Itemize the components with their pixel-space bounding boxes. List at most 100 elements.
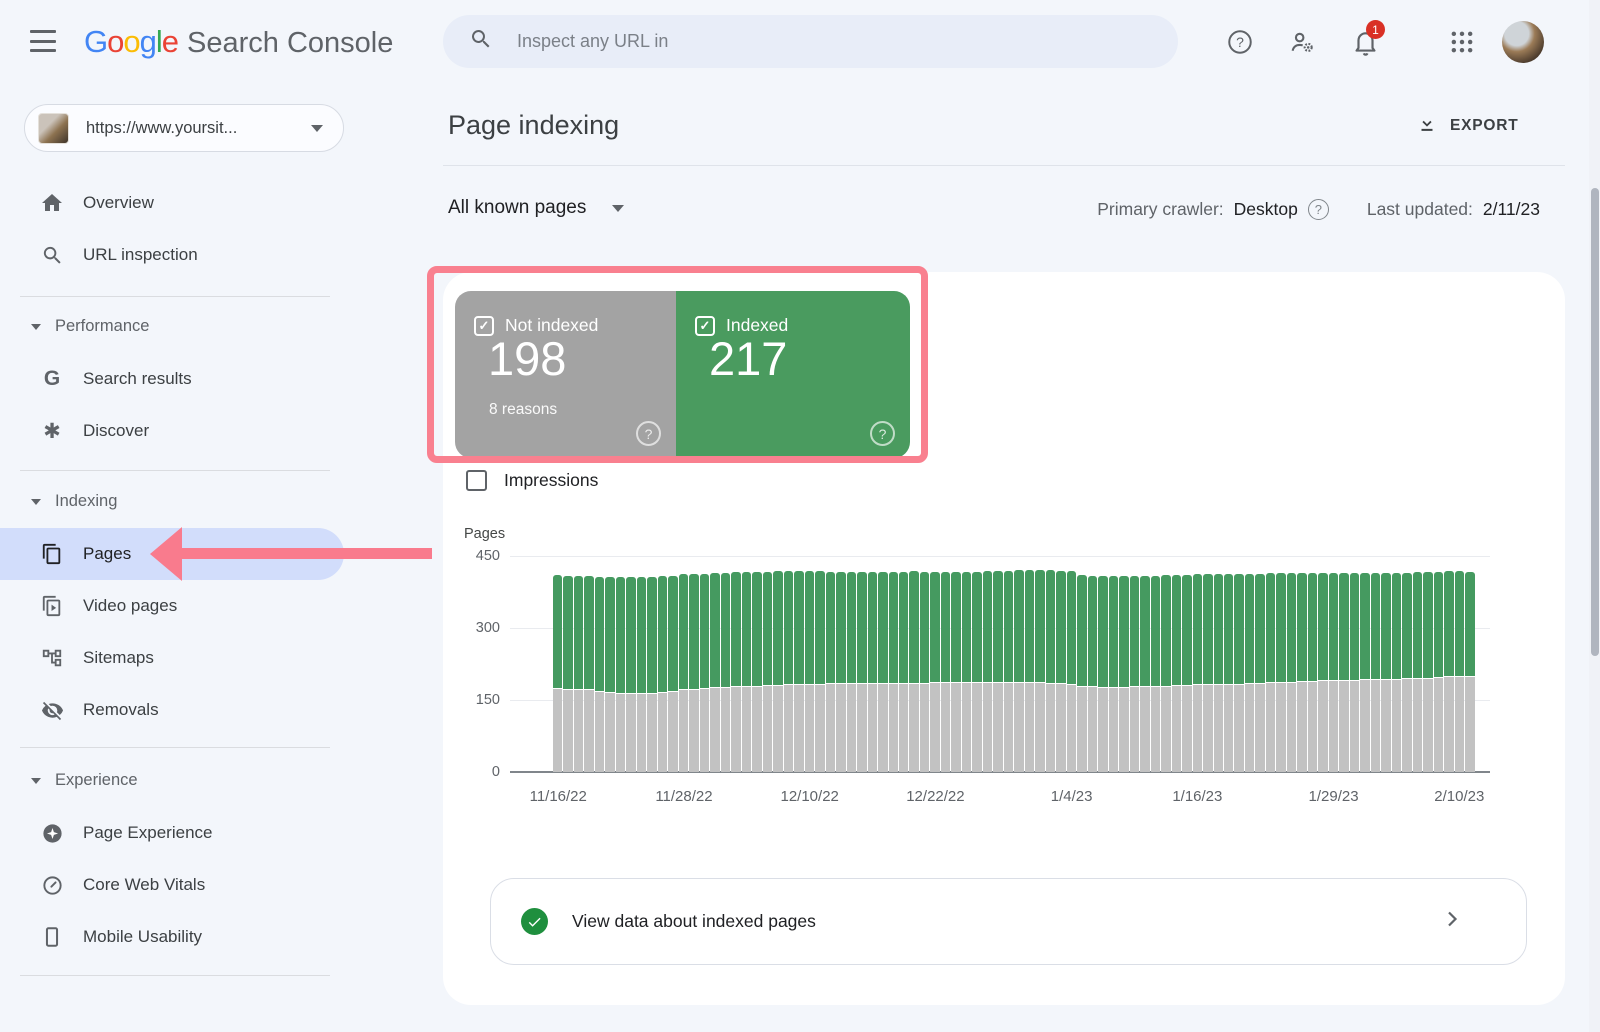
chart-bar[interactable] [1119,576,1128,772]
chart-bar[interactable] [794,571,803,772]
url-inspection-search[interactable]: Inspect any URL in [443,15,1178,68]
sidebar-item-mobile-usability[interactable]: Mobile Usability [0,911,344,963]
apps-grid-icon[interactable] [1448,28,1476,56]
section-experience[interactable]: Experience [31,771,138,790]
chart-bar[interactable] [647,577,656,772]
chart-bar[interactable] [909,571,918,772]
chart-bar[interactable] [983,571,992,772]
chart-bar[interactable] [1151,576,1160,772]
avatar[interactable] [1502,21,1544,63]
chart-bar[interactable] [742,572,751,772]
chart-bar[interactable] [1413,572,1422,772]
chart-bar[interactable] [752,572,761,772]
chart-bar[interactable] [689,574,698,772]
chart-bar[interactable] [784,571,793,772]
chart-bar[interactable] [1350,573,1359,772]
user-settings-icon[interactable] [1288,28,1316,56]
chart-bar[interactable] [1465,572,1474,772]
help-icon[interactable]: ? [1226,28,1254,56]
help-circle-icon[interactable]: ? [1308,199,1329,220]
chart-bar[interactable] [1130,576,1139,772]
chart-bar[interactable] [1067,571,1076,772]
sidebar-item-url-inspection[interactable]: URL inspection [0,229,344,281]
chart-bar[interactable] [899,572,908,772]
chart-bar[interactable] [700,574,709,772]
chart-bar[interactable] [658,576,667,772]
sidebar-item-sitemaps[interactable]: Sitemaps [0,632,344,684]
sidebar-item-page-experience[interactable]: Page Experience [0,807,344,859]
chart-bar[interactable] [1308,573,1317,772]
chart-bar[interactable] [805,571,814,772]
chart-bar[interactable] [1423,572,1432,772]
chart-bar[interactable] [731,572,740,772]
chart-bar[interactable] [1182,575,1191,772]
main-menu-icon[interactable] [30,30,56,52]
scrollbar-thumb[interactable] [1591,188,1599,656]
chart-bar[interactable] [1214,574,1223,772]
chart-bar[interactable] [847,572,856,772]
chart-bar[interactable] [679,574,688,772]
chart-bar[interactable] [1056,571,1065,772]
chart-bar[interactable] [1109,576,1118,772]
chart-bar[interactable] [626,577,635,772]
sidebar-item-discover[interactable]: ✱ Discover [0,405,344,457]
chart-bar[interactable] [1444,571,1453,772]
chart-bar[interactable] [930,572,939,772]
chart-bar[interactable] [1371,573,1380,772]
property-selector[interactable]: https://www.yoursit... [24,104,344,152]
chart-bar[interactable] [1381,573,1390,772]
sidebar-item-removals[interactable]: Removals [0,684,344,736]
not-indexed-card[interactable]: ✓ Not indexed 198 8 reasons ? [455,291,676,458]
chart-bar[interactable] [951,572,960,772]
view-indexed-data-row[interactable]: View data about indexed pages [490,878,1527,965]
chart-bar[interactable] [574,576,583,772]
indexed-card[interactable]: ✓ Indexed 217 ? [676,291,910,458]
chart-bar[interactable] [553,575,562,772]
chart-bar[interactable] [721,573,730,772]
chart-bar[interactable] [1392,573,1401,772]
sidebar-item-search-results[interactable]: G Search results [0,353,344,405]
chart-bar[interactable] [1004,571,1013,772]
chart-bar[interactable] [1035,570,1044,772]
chart-bar[interactable] [941,572,950,772]
chart-bar[interactable] [1402,573,1411,772]
chart-bar[interactable] [763,572,772,772]
section-indexing[interactable]: Indexing [31,492,117,511]
chart-bar[interactable] [857,572,866,772]
section-performance[interactable]: Performance [31,317,149,336]
chart-bar[interactable] [815,571,824,772]
chart-bar[interactable] [1318,573,1327,772]
chart-bar[interactable] [584,576,593,772]
chart-bar[interactable] [1025,570,1034,772]
app-logo[interactable]: Google Search Console [84,24,393,60]
chart-bar[interactable] [1140,576,1149,772]
chart-bar[interactable] [868,572,877,772]
chart-bar[interactable] [1172,575,1181,772]
chart-bar[interactable] [637,577,646,772]
chart-bar[interactable] [836,572,845,772]
chart-bar[interactable] [563,576,572,772]
chart-bar[interactable] [962,572,971,772]
chart-bar[interactable] [710,573,719,772]
help-circle-icon[interactable]: ? [870,421,895,446]
export-button[interactable]: EXPORT [1416,112,1519,139]
chart-bar[interactable] [1161,575,1170,772]
chart-bar[interactable] [1287,573,1296,772]
chart-bar[interactable] [993,571,1002,772]
chart-bar[interactable] [889,572,898,772]
chart-bar[interactable] [1088,576,1097,772]
help-circle-icon[interactable]: ? [636,421,661,446]
chart-bar[interactable] [605,577,614,772]
chart-bar[interactable] [1014,570,1023,772]
chart-bar[interactable] [1046,570,1055,772]
chart-bar[interactable] [773,571,782,772]
chart-bar[interactable] [1329,573,1338,772]
chart-bar[interactable] [1455,571,1464,772]
sidebar-item-overview[interactable]: Overview [0,177,344,229]
chart-bar[interactable] [1255,574,1264,772]
impressions-toggle[interactable]: Impressions [466,470,598,491]
chart-bar[interactable] [826,572,835,772]
chart-bar[interactable] [1224,574,1233,772]
chart-bar[interactable] [595,577,604,772]
chart-bar[interactable] [616,577,625,772]
